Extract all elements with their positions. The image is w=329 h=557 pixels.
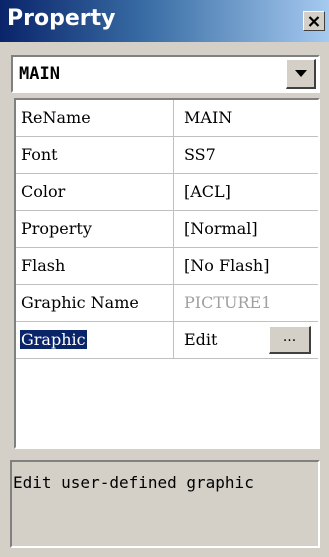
property-row-font[interactable]: Font SS7	[16, 137, 318, 174]
property-value-cell[interactable]: Edit ...	[174, 322, 318, 359]
property-value: SS7	[184, 145, 216, 164]
property-key: ReName	[21, 108, 91, 127]
property-row-graphic[interactable]: Graphic Edit ...	[16, 322, 318, 359]
property-key: Flash	[21, 256, 66, 275]
property-value-cell[interactable]: [ACL]	[174, 174, 318, 211]
property-key-selected: Graphic	[20, 330, 87, 349]
edit-graphic-button[interactable]: ...	[269, 326, 311, 354]
description-panel: Edit user-defined graphic	[10, 460, 320, 548]
property-value: [No Flash]	[184, 256, 270, 275]
dropdown-button[interactable]	[286, 59, 316, 89]
chevron-down-icon	[294, 70, 307, 77]
property-row-flash[interactable]: Flash [No Flash]	[16, 248, 318, 285]
property-row-property[interactable]: Property [Normal]	[16, 211, 318, 248]
property-grid: ReName MAIN Font SS7 Color [ACL] Propert…	[14, 98, 320, 449]
property-value-cell[interactable]: SS7	[174, 137, 318, 174]
property-value-cell[interactable]: [No Flash]	[174, 248, 318, 285]
object-selector-value: MAIN	[19, 64, 60, 84]
property-value: [ACL]	[184, 182, 231, 201]
property-value: MAIN	[184, 108, 233, 127]
window-title: Property	[7, 6, 116, 31]
close-icon	[308, 15, 320, 27]
property-window: Property MAIN ReName MAIN Font SS7 Color…	[0, 0, 329, 557]
property-key: Graphic Name	[21, 293, 139, 312]
property-value-cell[interactable]: MAIN	[174, 100, 318, 137]
property-value: PICTURE1	[184, 293, 272, 312]
property-value-cell: PICTURE1	[174, 285, 318, 322]
title-bar[interactable]: Property	[0, 0, 329, 42]
property-key: Font	[21, 145, 58, 164]
property-value: [Normal]	[184, 219, 258, 238]
property-row-color[interactable]: Color [ACL]	[16, 174, 318, 211]
property-key-cell: Color	[16, 174, 174, 211]
property-key: Property	[21, 219, 92, 238]
property-key-cell: Font	[16, 137, 174, 174]
close-button[interactable]	[303, 11, 325, 31]
description-text: Edit user-defined graphic	[13, 473, 254, 492]
property-key: Color	[21, 182, 66, 201]
property-row-graphic-name[interactable]: Graphic Name PICTURE1	[16, 285, 318, 322]
property-row-rename[interactable]: ReName MAIN	[16, 100, 318, 137]
property-key-cell: ReName	[16, 100, 174, 137]
property-value-cell[interactable]: [Normal]	[174, 211, 318, 248]
object-selector-dropdown[interactable]: MAIN	[11, 55, 320, 93]
property-value: Edit	[184, 330, 218, 349]
property-key-cell: Property	[16, 211, 174, 248]
property-key-cell: Graphic	[16, 322, 174, 359]
property-key-cell: Flash	[16, 248, 174, 285]
property-key-cell: Graphic Name	[16, 285, 174, 322]
